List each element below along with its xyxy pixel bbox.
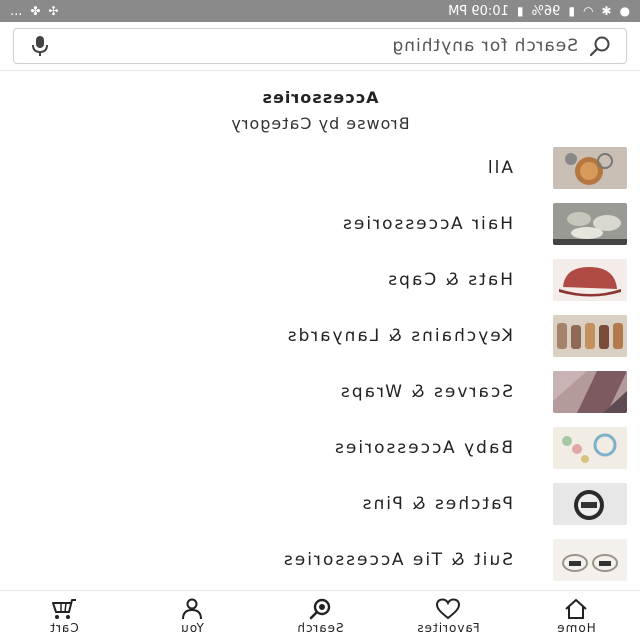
fan-icon: ✣ [48, 4, 59, 18]
overflow-indicator: ... [10, 3, 23, 19]
search-icon[interactable] [586, 32, 614, 60]
cufflinks-thumbnail [553, 539, 627, 581]
category-list: All Hair Accessories Hats & Caps Keychai… [0, 140, 640, 588]
status-left: ● ✱ ◠ ▮ 96% ▮ 10:09 PM [448, 4, 630, 19]
status-right: ✣ ✤ ... [10, 4, 59, 19]
category-item-all[interactable]: All [0, 140, 640, 196]
category-label: All [485, 158, 513, 178]
screen: ● ✱ ◠ ▮ 96% ▮ 10:09 PM ✣ ✤ ... Search fo… [0, 0, 640, 641]
pin-thumbnail [553, 483, 627, 525]
header-divider [0, 70, 640, 71]
nav-you[interactable]: You [132, 591, 252, 641]
wifi-icon: ◠ [582, 4, 594, 18]
game-icon: ✤ [30, 4, 41, 18]
signal-icon: ▮ [568, 4, 575, 18]
person-icon [179, 598, 205, 620]
category-label: Patches & Pins [360, 494, 513, 514]
category-item-keychains-lanyards[interactable]: Keychains & Lanyards [0, 308, 640, 364]
bottom-nav: Home Favorites Search You Cart [0, 590, 640, 641]
category-label: Hair Accessories [341, 214, 513, 234]
category-item-hair-accessories[interactable]: Hair Accessories [0, 196, 640, 252]
nav-favorites[interactable]: Favorites [388, 591, 508, 641]
nav-home[interactable]: Home [516, 591, 636, 641]
nav-label: Cart [49, 620, 79, 635]
keychains-thumbnail [553, 315, 627, 357]
keychain-thumbnail [553, 147, 627, 189]
search-icon [307, 598, 333, 620]
category-label: Suit & Tie Accessories [281, 550, 513, 570]
category-item-suit-tie-accessories[interactable]: Suit & Tie Accessories [0, 532, 640, 588]
search-bar[interactable] [13, 28, 627, 64]
nav-label: Favorites [416, 620, 480, 635]
cap-thumbnail [553, 259, 627, 301]
scarf-thumbnail [553, 371, 627, 413]
location-icon: ● [619, 4, 630, 18]
hair-clip-thumbnail [553, 203, 627, 245]
microphone-icon[interactable] [26, 32, 54, 60]
page-title: Accessories [261, 88, 379, 107]
home-icon [563, 598, 589, 620]
category-item-baby-accessories[interactable]: Baby Accessories [0, 420, 640, 476]
search-input[interactable] [54, 36, 586, 56]
nav-label: Search [296, 620, 344, 635]
category-label: Keychains & Lanyards [285, 326, 513, 346]
category-label: Baby Accessories [333, 438, 513, 458]
bluetooth-icon: ✱ [601, 4, 612, 18]
page-subtitle: Browse by Category [230, 114, 410, 133]
category-item-patches-pins[interactable]: Patches & Pins [0, 476, 640, 532]
battery-percent: 96% [531, 3, 561, 19]
status-bar: ● ✱ ◠ ▮ 96% ▮ 10:09 PM ✣ ✤ ... [0, 0, 640, 22]
nav-cart[interactable]: Cart [4, 591, 124, 641]
category-item-scarves-wraps[interactable]: Scarves & Wraps [0, 364, 640, 420]
heart-icon [435, 597, 461, 620]
baby-accessory-thumbnail [553, 427, 627, 469]
nav-search[interactable]: Search [260, 591, 380, 641]
nav-label: Home [556, 620, 596, 635]
nav-label: You [180, 620, 204, 635]
battery-icon: ▮ [516, 4, 524, 18]
category-label: Scarves & Wraps [338, 382, 513, 402]
category-item-hats-caps[interactable]: Hats & Caps [0, 252, 640, 308]
status-time: 10:09 PM [448, 3, 509, 19]
cart-icon [51, 598, 77, 620]
category-label: Hats & Caps [386, 270, 513, 290]
